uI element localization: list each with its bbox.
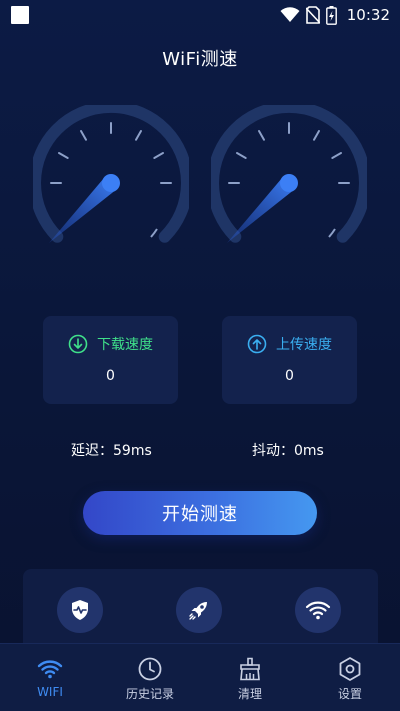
wifi-signal-icon xyxy=(305,601,331,620)
nav-label-history: 历史记录 xyxy=(125,687,174,701)
notification-icon xyxy=(11,6,29,24)
nav-item-clean[interactable]: 清理 xyxy=(200,644,300,711)
bottom-navigation: WIFI 历史记录 清理 设置 xyxy=(0,643,400,711)
nav-item-history[interactable]: 历史记录 xyxy=(100,644,200,711)
wifi-icon xyxy=(37,660,63,679)
no-sim-icon xyxy=(305,6,320,24)
download-speed-gauge xyxy=(33,105,189,243)
clock-time: 10:32 xyxy=(346,6,390,24)
wifi-signal-button[interactable] xyxy=(295,587,341,633)
upload-value: 0 xyxy=(285,368,294,384)
start-test-button[interactable]: 开始测速 xyxy=(83,491,317,535)
download-label: 下载速度 xyxy=(97,337,153,353)
nav-item-settings[interactable]: 设置 xyxy=(300,644,400,711)
download-arrow-icon xyxy=(68,334,88,354)
clock-icon xyxy=(138,657,162,681)
download-value: 0 xyxy=(106,368,115,384)
gauge-hub xyxy=(102,174,120,192)
upload-speed-card: 上传速度 0 xyxy=(222,316,357,404)
latency-readout: 延迟：59ms xyxy=(71,443,152,459)
page-title: WiFi测速 xyxy=(162,49,238,70)
upload-label: 上传速度 xyxy=(276,337,332,353)
speed-boost-button[interactable] xyxy=(176,587,222,633)
shield-pulse-icon xyxy=(72,600,88,620)
battery-charging-icon xyxy=(325,5,337,25)
jitter-readout: 抖动：0ms xyxy=(252,443,324,459)
upload-speed-gauge xyxy=(211,105,367,243)
download-speed-card: 下载速度 0 xyxy=(43,316,178,404)
hexagon-settings-icon xyxy=(339,657,361,681)
status-indicators: 10:32 xyxy=(280,5,390,25)
rocket-icon xyxy=(189,602,207,620)
nav-label-wifi: WIFI xyxy=(37,685,63,699)
nav-label-clean: 清理 xyxy=(237,687,262,701)
status-bar: 10:32 xyxy=(0,0,400,30)
broom-icon xyxy=(240,657,260,681)
gauge-hub xyxy=(280,174,298,192)
nav-item-wifi[interactable]: WIFI xyxy=(0,644,100,711)
upload-arrow-icon xyxy=(247,334,267,354)
security-check-button[interactable] xyxy=(57,587,103,633)
nav-label-settings: 设置 xyxy=(337,687,362,701)
wifi-status-icon xyxy=(280,7,300,22)
